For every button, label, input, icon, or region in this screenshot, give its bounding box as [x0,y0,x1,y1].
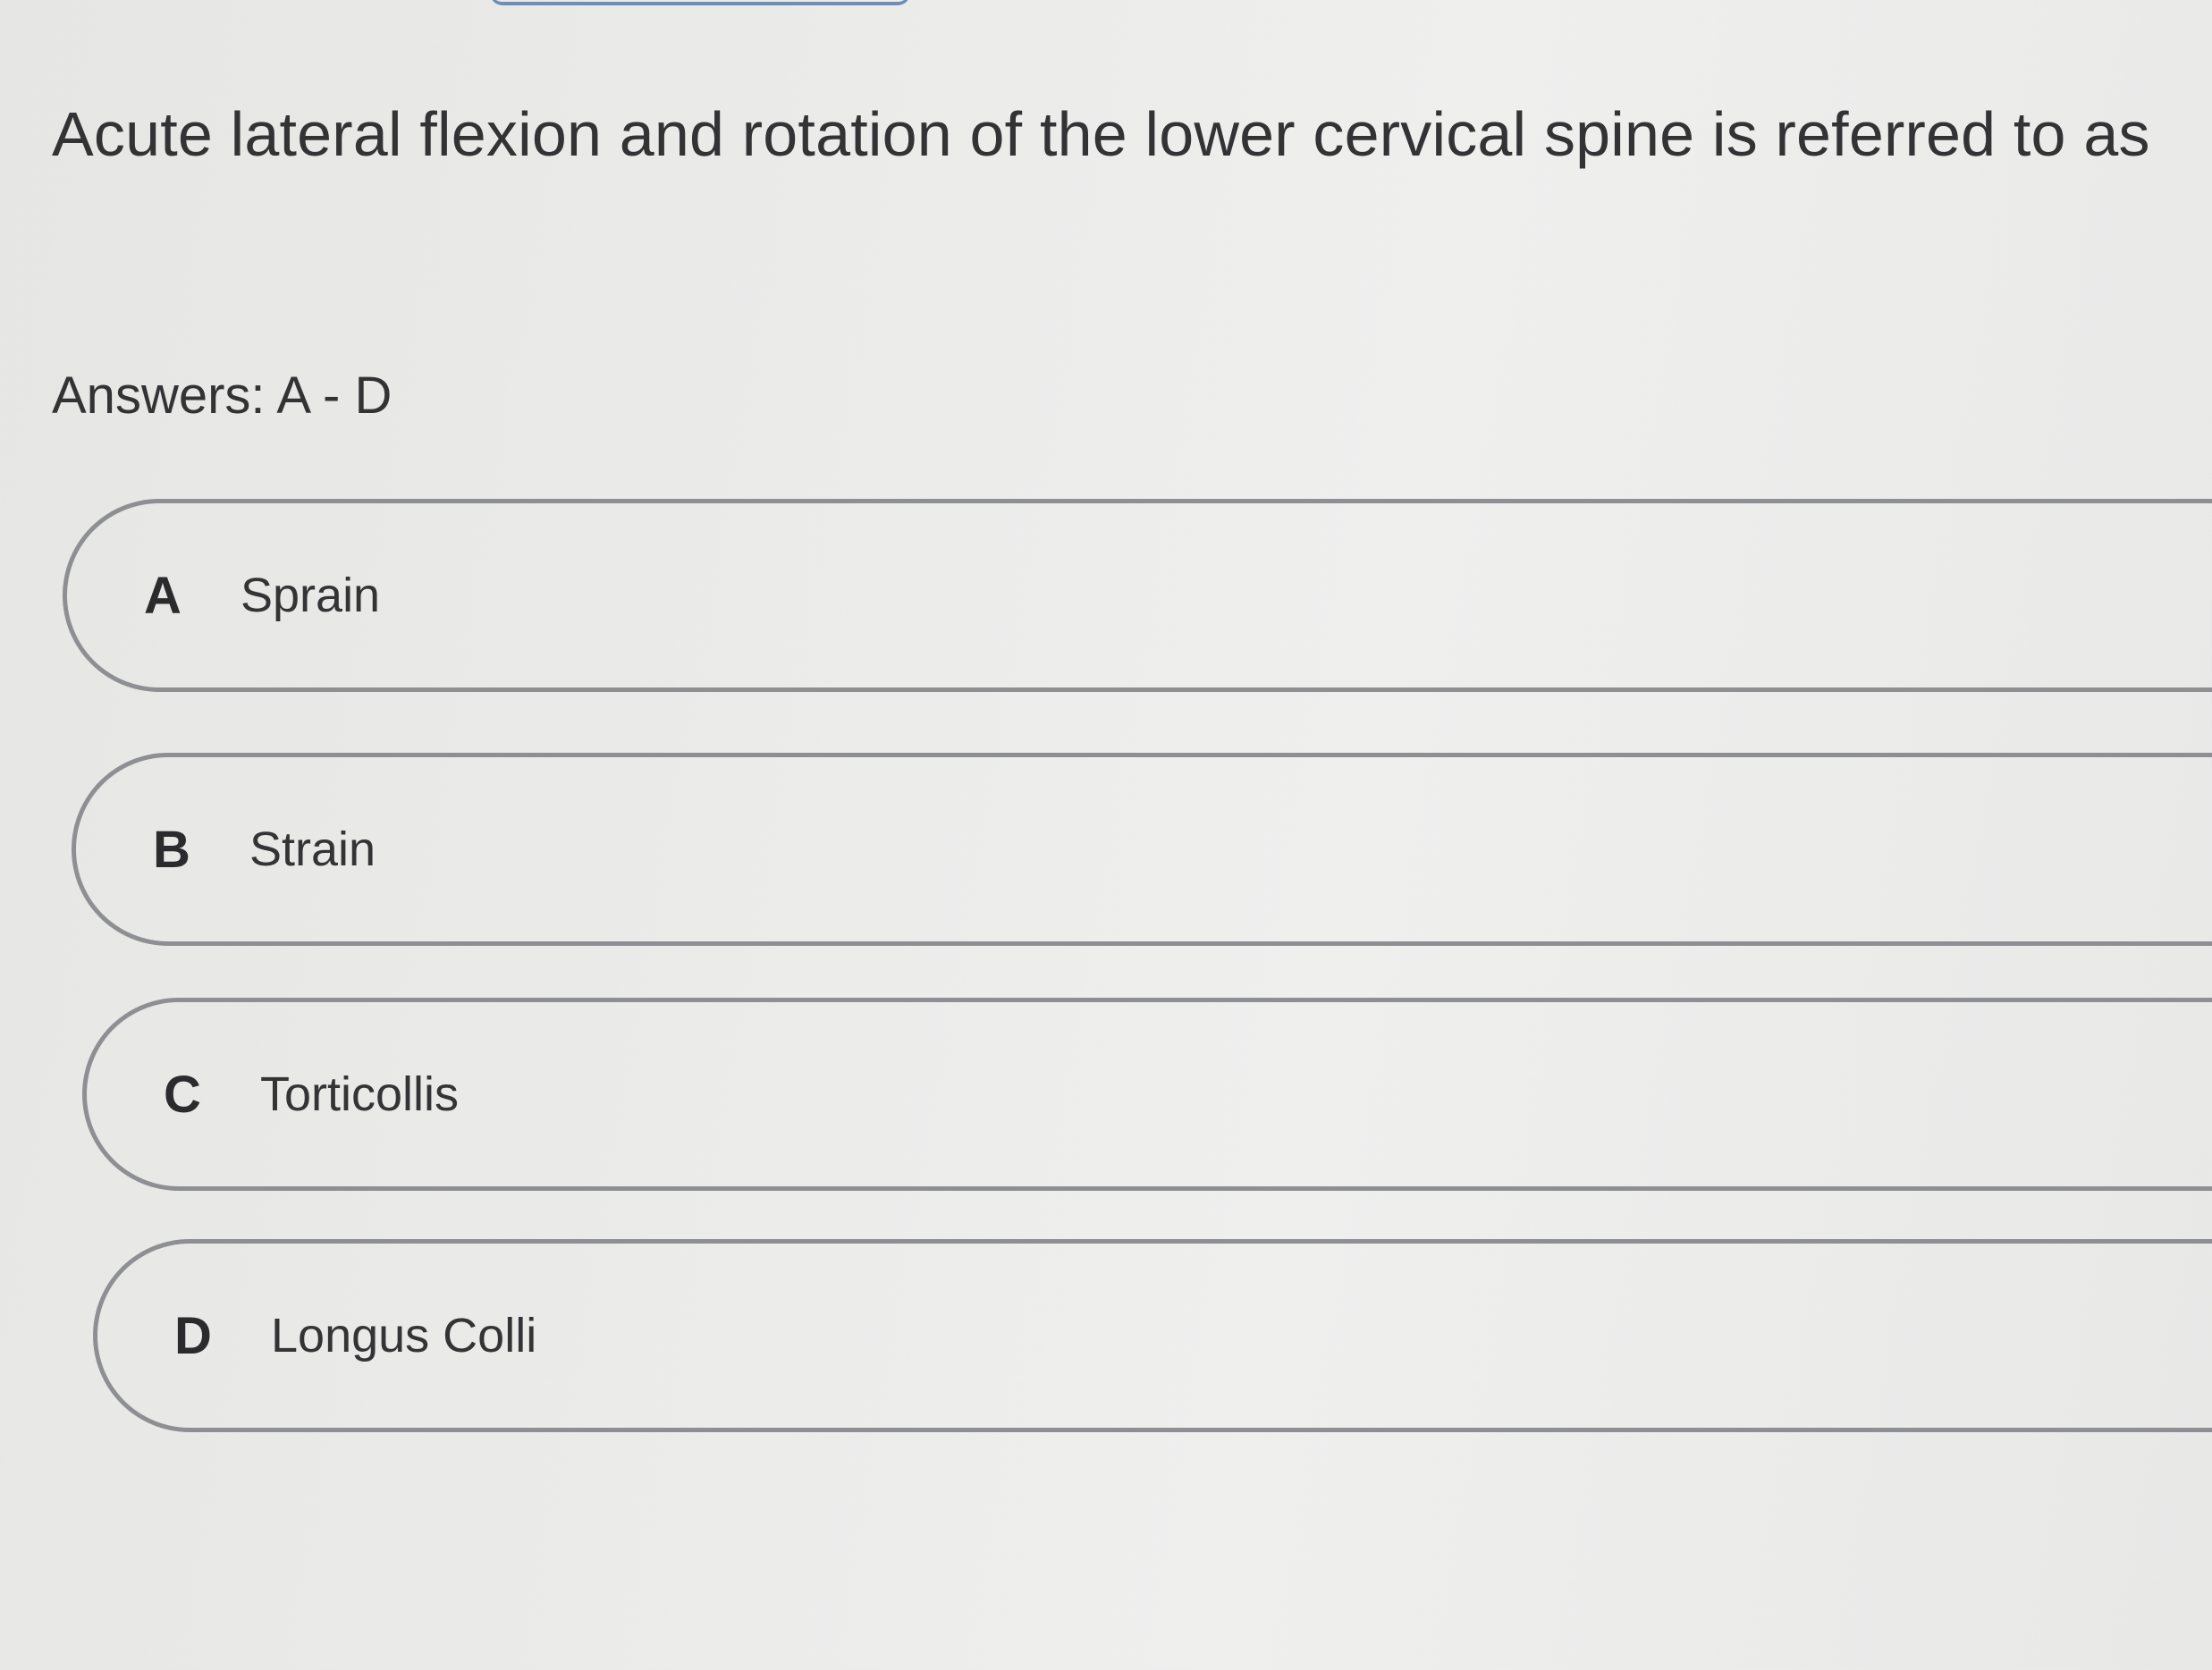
option-letter: B [153,820,190,879]
option-letter: A [144,566,182,625]
option-letter: C [164,1065,201,1124]
option-text: Strain [249,822,376,876]
option-text: Torticollis [260,1067,460,1121]
option-a[interactable]: A Sprain [63,499,2212,692]
option-d[interactable]: D Longus Colli [93,1239,2212,1432]
option-text: Sprain [241,569,381,622]
question-text: Acute lateral flexion and rotation of th… [52,99,2150,169]
top-tab-edge [490,0,910,5]
option-letter: D [174,1306,212,1365]
option-text: Longus Colli [271,1309,537,1362]
option-c[interactable]: C Torticollis [82,998,2212,1191]
answers-range-label: Answers: A - D [52,367,393,425]
option-b[interactable]: B Strain [72,753,2212,946]
